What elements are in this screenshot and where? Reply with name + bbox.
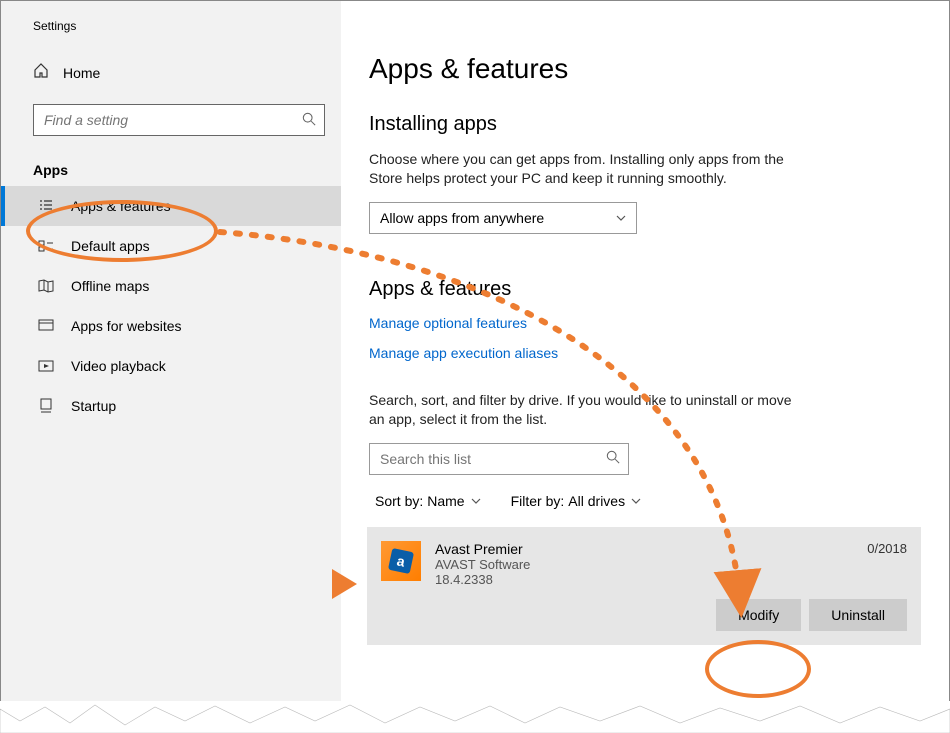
search-icon — [302, 112, 316, 129]
sort-dropdown[interactable]: Name — [427, 493, 480, 509]
sidebar-item-label: Video playback — [71, 358, 166, 374]
torn-edge — [0, 701, 950, 733]
chevron-down-icon — [631, 498, 641, 504]
app-row[interactable]: a Avast Premier AVAST Software 18.4.2338… — [367, 527, 921, 645]
search-icon — [606, 450, 620, 467]
modify-button[interactable]: Modify — [716, 599, 801, 631]
startup-icon — [37, 398, 55, 414]
website-icon — [37, 318, 55, 334]
sidebar: Settings Home Apps Apps & features Defau — [1, 1, 341, 732]
video-icon — [37, 358, 55, 374]
sidebar-item-apps-websites[interactable]: Apps for websites — [1, 306, 341, 346]
sort-label: Sort by: — [375, 493, 423, 509]
sidebar-item-label: Default apps — [71, 238, 150, 254]
chevron-down-icon — [471, 498, 481, 504]
home-icon — [33, 63, 49, 82]
avast-icon: a — [381, 541, 421, 581]
sidebar-item-label: Offline maps — [71, 278, 149, 294]
sidebar-item-default-apps[interactable]: Default apps — [1, 226, 341, 266]
sidebar-item-label: Apps for websites — [71, 318, 182, 334]
installing-apps-heading: Installing apps — [369, 113, 921, 136]
sidebar-home-label: Home — [63, 65, 100, 81]
list-desc: Search, sort, and filter by drive. If yo… — [369, 391, 809, 429]
sidebar-section-label: Apps — [1, 150, 341, 186]
install-source-dropdown[interactable]: Allow apps from anywhere — [369, 202, 637, 234]
search-list-input[interactable] — [380, 451, 606, 467]
manage-aliases-link[interactable]: Manage app execution aliases — [369, 345, 558, 361]
apps-features-heading: Apps & features — [369, 278, 921, 301]
filter-label: Filter by: — [511, 493, 565, 509]
app-name: Avast Premier — [435, 541, 853, 557]
window-title: Settings — [1, 19, 341, 55]
settings-window: Settings Home Apps Apps & features Defau — [0, 0, 950, 733]
uninstall-button[interactable]: Uninstall — [809, 599, 907, 631]
install-source-value: Allow apps from anywhere — [380, 210, 544, 226]
app-version: 18.4.2338 — [435, 572, 853, 587]
sidebar-item-offline-maps[interactable]: Offline maps — [1, 266, 341, 306]
search-input[interactable] — [44, 112, 302, 128]
main-panel: Apps & features Installing apps Choose w… — [341, 1, 949, 732]
filter-value: All drives — [568, 493, 625, 509]
filter-dropdown[interactable]: All drives — [568, 493, 641, 509]
search-apps-list[interactable] — [369, 443, 629, 475]
manage-optional-link[interactable]: Manage optional features — [369, 315, 527, 331]
page-title: Apps & features — [369, 53, 921, 85]
sidebar-search[interactable] — [33, 104, 325, 136]
list-filters: Sort by: Name Filter by: All drives — [369, 493, 921, 509]
list-icon — [37, 198, 55, 214]
sort-value: Name — [427, 493, 464, 509]
sidebar-item-apps-features[interactable]: Apps & features — [1, 186, 341, 226]
sidebar-item-startup[interactable]: Startup — [1, 386, 341, 426]
sidebar-item-video-playback[interactable]: Video playback — [1, 346, 341, 386]
app-date: 0/2018 — [867, 541, 907, 556]
installing-apps-desc: Choose where you can get apps from. Inst… — [369, 150, 809, 188]
sidebar-item-label: Startup — [71, 398, 116, 414]
map-icon — [37, 278, 55, 294]
defaults-icon — [37, 238, 55, 254]
chevron-down-icon — [616, 212, 626, 224]
sidebar-item-label: Apps & features — [71, 198, 171, 214]
sidebar-home[interactable]: Home — [1, 55, 341, 90]
app-publisher: AVAST Software — [435, 557, 853, 572]
